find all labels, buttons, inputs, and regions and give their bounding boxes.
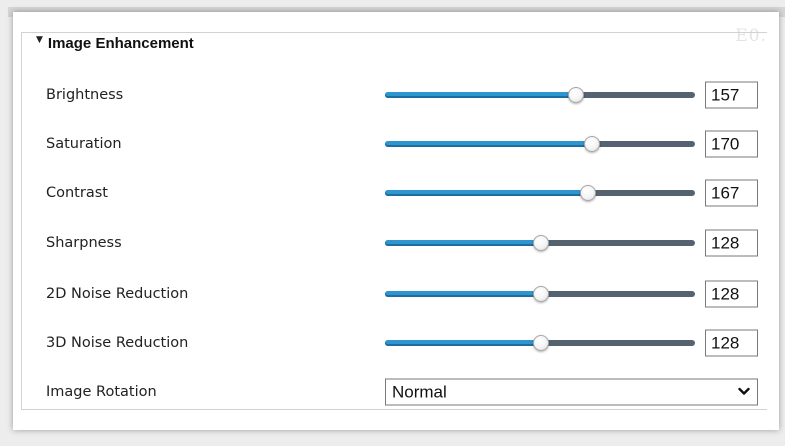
saturation-label: Saturation <box>46 136 122 152</box>
sharpness-slider[interactable] <box>385 233 695 253</box>
2d-noise-reduction-slider[interactable] <box>385 284 695 304</box>
slider-fill <box>385 340 541 346</box>
image-rotation-value: Normal <box>392 382 447 402</box>
image-rotation-row: Image Rotation Normal <box>46 377 766 407</box>
slider-thumb[interactable] <box>532 235 549 251</box>
slider-fill <box>385 141 592 147</box>
saturation-slider[interactable] <box>385 134 695 154</box>
section-header[interactable]: ▼ Image Enhancement <box>33 34 199 54</box>
section-title: Image Enhancement <box>47 35 194 52</box>
caret-down-icon[interactable]: ▼ <box>36 35 43 45</box>
slider-fill <box>385 92 576 98</box>
saturation-value-input[interactable]: 170 <box>705 130 758 158</box>
brightness-label: Brightness <box>46 87 124 103</box>
sharpness-value-input[interactable]: 128 <box>705 229 758 257</box>
image-rotation-select[interactable]: Normal <box>385 378 758 406</box>
slider-fill <box>385 240 541 246</box>
chevron-down-icon <box>738 387 750 395</box>
brightness-row: Brightness 157 <box>46 80 766 110</box>
2d-noise-reduction-row: 2D Noise Reduction 128 <box>46 279 766 309</box>
brightness-value-input[interactable]: 157 <box>705 81 758 109</box>
sharpness-row: Sharpness 128 <box>46 228 766 258</box>
2d-noise-reduction-value-input[interactable]: 128 <box>705 280 758 308</box>
slider-fill <box>385 190 589 196</box>
3d-noise-reduction-value-input[interactable]: 128 <box>705 329 758 357</box>
3d-noise-reduction-label: 3D Noise Reduction <box>46 335 189 351</box>
2d-noise-reduction-label: 2D Noise Reduction <box>46 286 189 302</box>
contrast-value-input[interactable]: 167 <box>705 179 758 207</box>
contrast-label: Contrast <box>46 185 108 201</box>
3d-noise-reduction-slider[interactable] <box>385 333 695 353</box>
contrast-slider[interactable] <box>385 183 695 203</box>
image-rotation-label: Image Rotation <box>46 384 157 400</box>
slider-thumb[interactable] <box>532 335 549 351</box>
slider-fill <box>385 291 541 297</box>
3d-noise-reduction-row: 3D Noise Reduction 128 <box>46 328 766 358</box>
saturation-row: Saturation 170 <box>46 129 766 159</box>
sharpness-label: Sharpness <box>46 235 122 251</box>
slider-thumb[interactable] <box>532 286 549 302</box>
slider-thumb[interactable] <box>580 185 597 201</box>
brightness-slider[interactable] <box>385 85 695 105</box>
slider-thumb[interactable] <box>567 87 584 103</box>
contrast-row: Contrast 167 <box>46 178 766 208</box>
slider-thumb[interactable] <box>583 136 600 152</box>
